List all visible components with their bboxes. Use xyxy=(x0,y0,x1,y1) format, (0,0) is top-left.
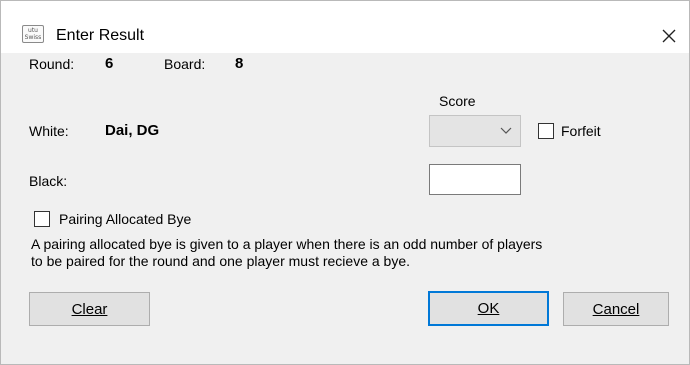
pairing-bye-checkbox[interactable] xyxy=(34,211,50,227)
app-icon-line-2: Swiss xyxy=(24,34,42,41)
black-label: Black: xyxy=(29,173,68,189)
app-icon-line-1: utu xyxy=(28,27,38,34)
app-icon: utu Swiss xyxy=(22,25,44,43)
bye-description-line-1: A pairing allocated bye is given to a pl… xyxy=(31,236,543,252)
cancel-button[interactable]: Cancel xyxy=(563,292,669,326)
enter-result-dialog: utu Swiss Enter Result Round: 6 Board: 8… xyxy=(0,0,690,365)
ok-button[interactable]: OK xyxy=(428,291,549,326)
bye-description: A pairing allocated bye is given to a pl… xyxy=(31,236,676,270)
round-label: Round: xyxy=(29,56,75,72)
score-dropdown[interactable] xyxy=(429,115,521,147)
close-button[interactable] xyxy=(649,19,689,53)
round-value: 6 xyxy=(105,55,114,72)
pairing-bye-label: Pairing Allocated Bye xyxy=(59,211,192,227)
board-label: Board: xyxy=(164,56,206,72)
board-value: 8 xyxy=(235,55,244,72)
clear-button[interactable]: Clear xyxy=(29,292,150,326)
white-label: White: xyxy=(29,123,69,139)
forfeit-checkbox[interactable] xyxy=(538,123,554,139)
cancel-button-label: Cancel xyxy=(592,300,640,318)
black-score-field[interactable] xyxy=(429,164,521,195)
white-player-name: Dai, DG xyxy=(105,122,160,139)
ok-button-label: OK xyxy=(477,300,500,317)
clear-button-label: Clear xyxy=(71,300,108,318)
window-title: Enter Result xyxy=(56,27,145,44)
dialog-body: Round: 6 Board: 8 Score White: Dai, DG F… xyxy=(1,53,689,364)
chevron-down-icon xyxy=(500,127,512,134)
forfeit-label: Forfeit xyxy=(561,123,601,139)
close-icon xyxy=(662,29,676,43)
score-label: Score xyxy=(439,93,476,109)
bye-description-line-2: to be paired for the round and one playe… xyxy=(31,253,411,269)
title-bar: utu Swiss Enter Result xyxy=(1,1,689,53)
